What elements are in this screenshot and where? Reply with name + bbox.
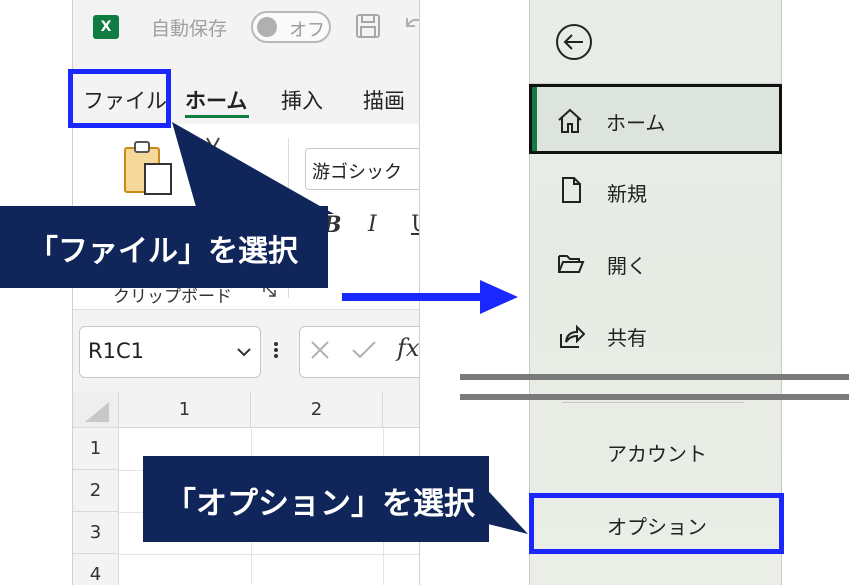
insert-function-button[interactable]: fx bbox=[397, 334, 419, 362]
back-arrow-icon[interactable] bbox=[554, 22, 594, 62]
nav-item-home[interactable]: ホーム bbox=[529, 84, 782, 154]
active-tab-underline bbox=[185, 115, 249, 118]
callout-file-pointer bbox=[172, 122, 334, 214]
nav-item-share[interactable]: 共有 bbox=[529, 302, 782, 372]
nav-item-open[interactable]: 開く bbox=[529, 230, 782, 300]
autosave-toggle-label: オフ bbox=[289, 20, 325, 41]
autosave-toggle[interactable]: オフ bbox=[251, 11, 331, 43]
row-header[interactable]: 4 bbox=[73, 554, 119, 585]
enter-check-icon[interactable] bbox=[351, 339, 377, 361]
column-header[interactable]: 2 bbox=[251, 392, 383, 428]
nav-selected-accent bbox=[532, 87, 537, 151]
row-header[interactable]: 3 bbox=[73, 512, 119, 554]
grid-line bbox=[119, 554, 419, 555]
nav-label-open: 開く bbox=[607, 254, 647, 278]
underline-button[interactable]: U bbox=[411, 212, 419, 237]
share-icon bbox=[560, 324, 585, 348]
title-bar: X 自動保存 オフ bbox=[73, 0, 420, 54]
nav-label-share: 共有 bbox=[607, 326, 647, 350]
nav-section-divider bbox=[562, 402, 744, 403]
cancel-x-icon[interactable] bbox=[309, 339, 331, 361]
chevron-down-icon[interactable] bbox=[236, 344, 252, 360]
file-tab-highlight bbox=[68, 69, 171, 128]
row-header[interactable]: 1 bbox=[73, 428, 119, 470]
new-document-icon bbox=[562, 177, 581, 203]
column-header[interactable]: 1 bbox=[119, 392, 251, 428]
callout-select-file: 「ファイル」を選択 bbox=[0, 206, 328, 288]
undo-icon[interactable] bbox=[403, 12, 420, 38]
folder-open-icon bbox=[558, 255, 585, 273]
toggle-knob bbox=[257, 17, 277, 37]
nav-label-home: ホーム bbox=[606, 111, 666, 135]
home-icon bbox=[558, 108, 582, 133]
name-box-value: R1C1 bbox=[88, 339, 144, 363]
italic-button[interactable]: I bbox=[368, 212, 377, 237]
column-header-partial[interactable] bbox=[383, 392, 419, 428]
nav-item-new[interactable]: 新規 bbox=[529, 158, 782, 228]
break-line bbox=[460, 394, 849, 400]
tutorial-figure: X 自動保存 オフ ファイル ホーム 挿入 描画 游ゴシック B I クリップボ… bbox=[0, 0, 849, 585]
row-header[interactable]: 2 bbox=[73, 470, 119, 512]
transition-arrow-icon bbox=[342, 280, 518, 314]
omission-break-lines bbox=[460, 374, 849, 402]
select-all-triangle-icon bbox=[85, 402, 109, 422]
options-highlight bbox=[529, 493, 784, 554]
callout-select-options: 「オプション」を選択 bbox=[143, 456, 489, 542]
nav-label-account: アカウント bbox=[607, 442, 707, 466]
more-dots-icon[interactable] bbox=[273, 340, 279, 360]
name-box[interactable]: R1C1 bbox=[79, 326, 261, 378]
autosave-label: 自動保存 bbox=[151, 18, 228, 40]
excel-logo-icon: X bbox=[93, 15, 119, 39]
tab-draw[interactable]: 描画 bbox=[363, 85, 405, 115]
save-icon[interactable] bbox=[355, 13, 381, 39]
tab-insert[interactable]: 挿入 bbox=[281, 85, 323, 115]
nav-item-account[interactable]: アカウント bbox=[529, 418, 782, 488]
nav-label-new: 新規 bbox=[607, 182, 647, 206]
tab-home[interactable]: ホーム bbox=[185, 85, 247, 115]
break-line bbox=[460, 374, 849, 380]
